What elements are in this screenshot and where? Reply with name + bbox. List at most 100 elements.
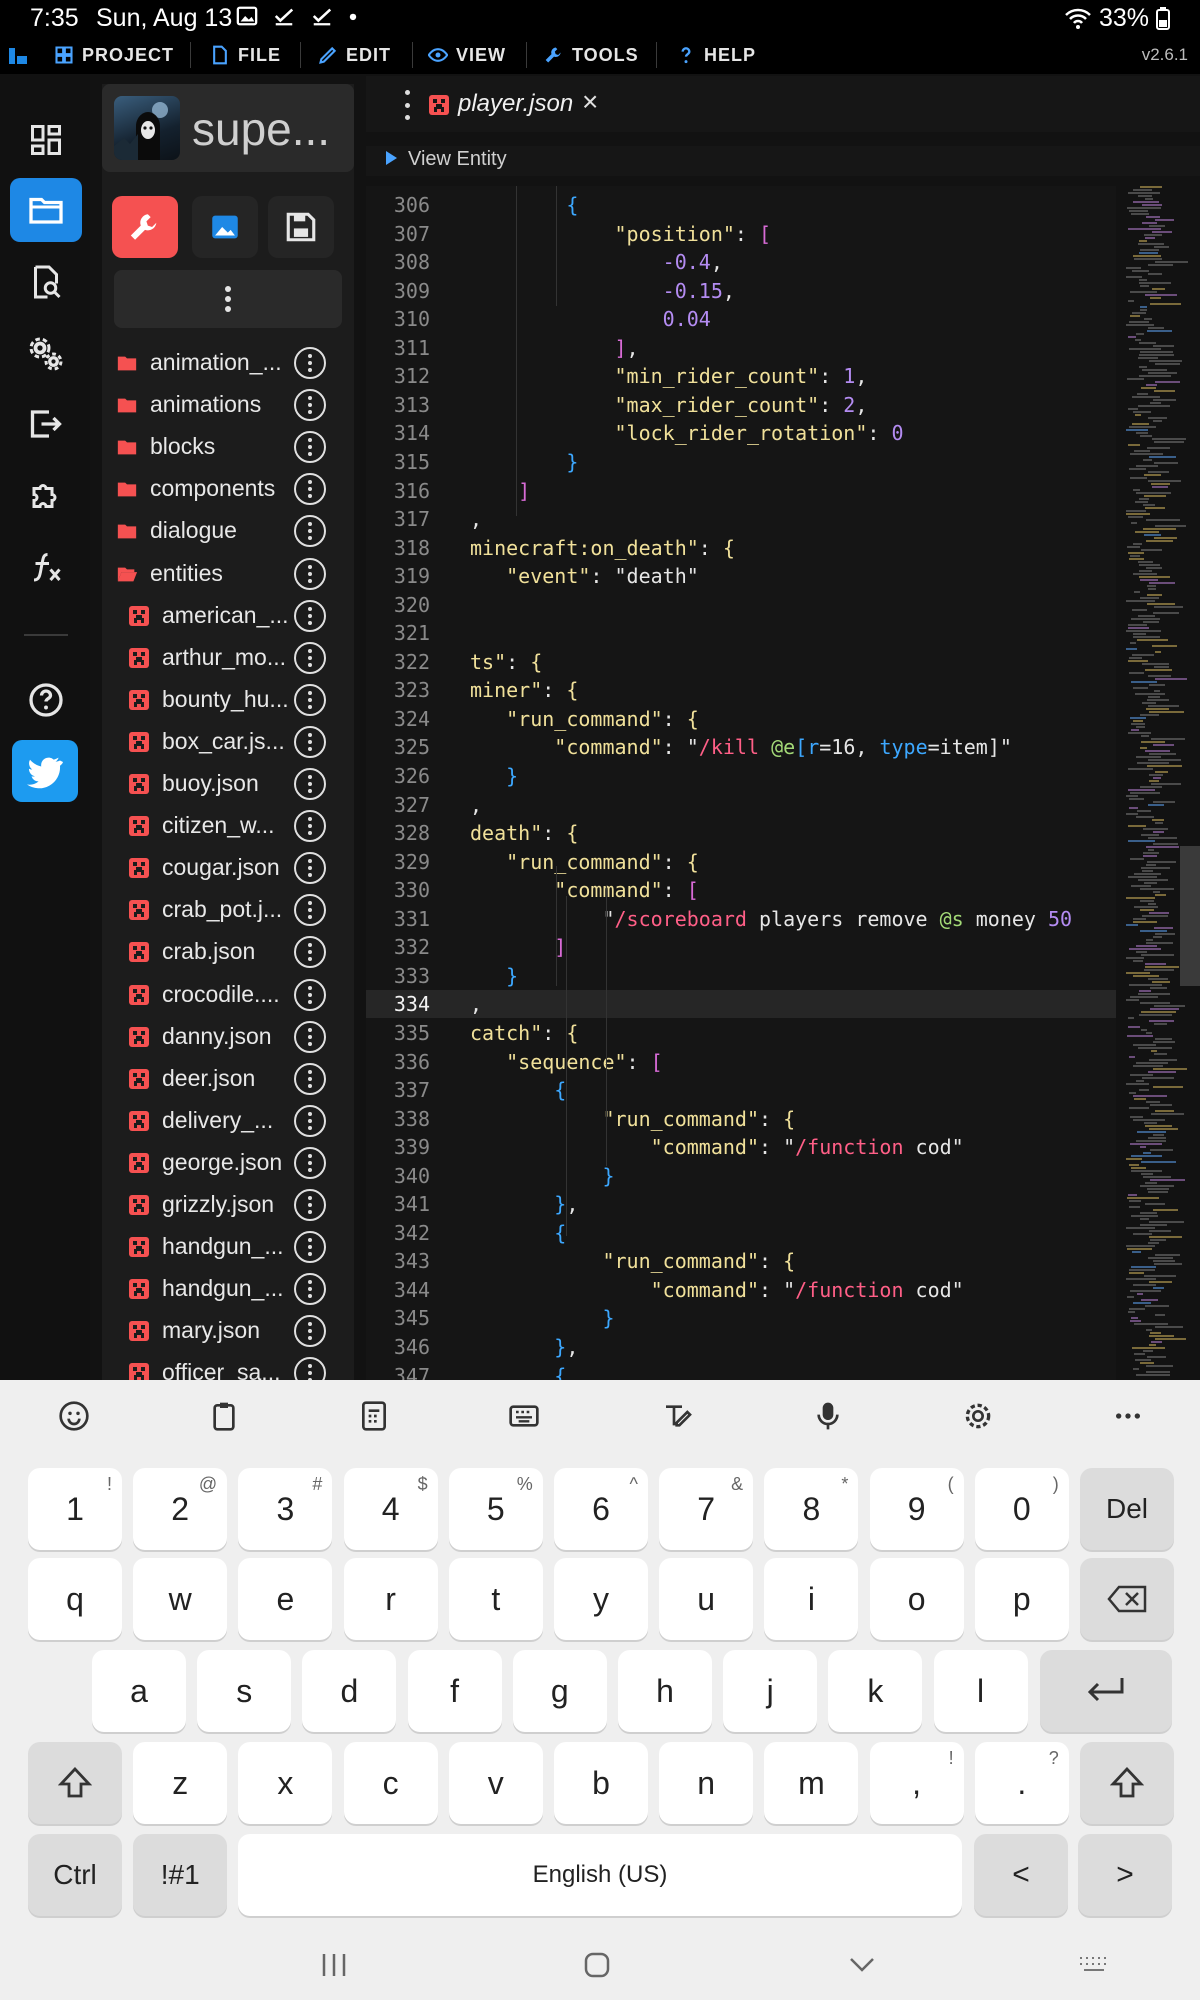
clipboard-button[interactable] [204,1396,244,1436]
code-line[interactable]: 310 0.04 [366,305,1116,333]
key-y[interactable]: y [554,1558,648,1640]
project-images-button[interactable] [192,196,258,258]
code-line[interactable]: 331 "/scoreboard players remove @s money… [366,905,1116,933]
key-v[interactable]: v [448,1742,543,1824]
project-card[interactable]: supe... [102,84,354,172]
file-options-button[interactable] [294,641,326,674]
code-line[interactable]: 333 } [366,962,1116,990]
menu-view[interactable]: VIEW [428,36,506,74]
folder-options-button[interactable] [294,557,326,590]
file-row[interactable]: arthur_mo... [102,637,354,679]
key-l[interactable]: l [933,1650,1028,1732]
file-row[interactable]: handgun_... [102,1268,354,1310]
file-options-button[interactable] [294,768,326,800]
key-j[interactable]: j [723,1650,818,1732]
code-line[interactable]: 347 { [366,1362,1116,1380]
file-row[interactable]: american_... [102,595,354,637]
code-line[interactable]: 340 } [366,1162,1116,1190]
key-symbols[interactable]: !#1 [133,1834,228,1916]
key-d[interactable]: d [302,1650,397,1732]
code-line[interactable]: 335 catch": { [366,1019,1116,1047]
emoji-button[interactable] [54,1396,94,1436]
code-line[interactable]: 336 "sequence": [ [366,1048,1116,1076]
file-options-button[interactable] [294,1062,326,1095]
file-row[interactable]: george.json [102,1142,354,1184]
code-line[interactable]: 338 "run_command": { [366,1105,1116,1133]
rail-help-button[interactable] [10,668,82,732]
key-right-arrow[interactable]: > [1078,1834,1172,1916]
tab-player-json[interactable]: player.json [458,90,573,118]
key-backspace[interactable] [1080,1558,1174,1640]
key-g[interactable]: g [512,1650,607,1732]
code-line[interactable]: 329 "run_command": { [366,848,1116,876]
code-line[interactable]: 332 ] [366,933,1116,961]
file-options-button[interactable] [294,1146,326,1179]
code-line[interactable]: 319 "event": "death" [366,562,1116,590]
rail-dashboard-button[interactable] [10,108,82,172]
code-line[interactable]: 330 "command": [ [366,876,1116,904]
sidebar-more-button[interactable] [114,270,342,328]
file-options-button[interactable] [294,810,326,843]
file-options-button[interactable] [294,894,326,927]
key-t[interactable]: t [448,1558,543,1640]
keyboard-hide-icon[interactable] [1078,1954,1110,1976]
key-b[interactable]: b [554,1742,648,1824]
code-line[interactable]: 344 "command": "/function cod" [366,1276,1116,1304]
key-3[interactable]: 3 # [238,1468,333,1550]
file-row[interactable]: box_car.js... [102,721,354,763]
file-row[interactable]: cougar.json [102,847,354,889]
key-left-arrow[interactable]: < [974,1834,1068,1916]
code-line[interactable]: 322 ts": { [366,648,1116,676]
project-tools-button[interactable] [112,196,178,258]
key-delete[interactable]: Del [1080,1468,1174,1550]
key-w[interactable]: w [133,1558,228,1640]
key-p[interactable]: p [974,1558,1069,1640]
rail-files-button[interactable] [10,178,82,242]
keyboard-more-button[interactable] [1108,1396,1148,1436]
file-row[interactable]: delivery_... [102,1100,354,1142]
key-7[interactable]: 7 & [659,1468,754,1550]
file-options-button[interactable] [294,599,326,632]
file-row[interactable]: buoy.json [102,763,354,805]
key-u[interactable]: u [659,1558,754,1640]
key-9[interactable]: 9( [869,1468,964,1550]
home-icon[interactable] [584,1952,610,1978]
code-line[interactable]: 345 } [366,1304,1116,1332]
file-row[interactable]: bounty_hu... [102,679,354,721]
code-line[interactable]: 306 { [366,191,1116,219]
code-line[interactable]: 307 "position": [ [366,220,1116,248]
key-ctrl[interactable]: Ctrl [28,1834,122,1916]
file-row[interactable]: mary.json [102,1310,354,1352]
key-x[interactable]: x [238,1742,333,1824]
file-row[interactable]: deer.json [102,1058,354,1100]
folder-row[interactable]: blocks [102,426,354,468]
key-2[interactable]: 2 @ [133,1468,228,1550]
menu-file[interactable]: FILE [210,36,281,74]
key-c[interactable]: c [343,1742,438,1824]
code-line[interactable]: 314 "lock_rider_rotation": 0 [366,419,1116,447]
key-a[interactable]: a [92,1650,186,1732]
numpad-button[interactable] [354,1396,394,1436]
key-q[interactable]: q [28,1558,122,1640]
folder-row[interactable]: dialogue [102,510,354,552]
voice-input-button[interactable] [808,1396,848,1436]
key-period[interactable]: .? [974,1742,1069,1824]
file-options-button[interactable] [294,1104,326,1137]
code-editor[interactable]: 306 {307 "position": [308 -0.4, 309 -0.15… [366,186,1116,1380]
minimap-scroll-thumb[interactable] [1180,846,1200,986]
code-line[interactable]: 313 "max_rider_count": 2, [366,391,1116,419]
key-f[interactable]: f [407,1650,502,1732]
folder-options-button[interactable] [294,431,326,464]
code-line[interactable]: 328 death": { [366,819,1116,847]
code-line[interactable]: 324 "run_command": { [366,705,1116,733]
key-8[interactable]: 8 * [764,1468,859,1550]
code-line[interactable]: 308 -0.4, [366,248,1116,276]
handwriting-button[interactable] [658,1396,698,1436]
rail-extensions-button[interactable] [10,464,82,528]
key-o[interactable]: o [869,1558,964,1640]
keyboard-mode-button[interactable] [504,1396,544,1436]
folder-row[interactable]: animation_... [102,342,354,384]
code-line[interactable]: 315 } [366,448,1116,476]
file-row[interactable]: citizen_w... [102,805,354,847]
file-row[interactable]: handgun_... [102,1226,354,1268]
